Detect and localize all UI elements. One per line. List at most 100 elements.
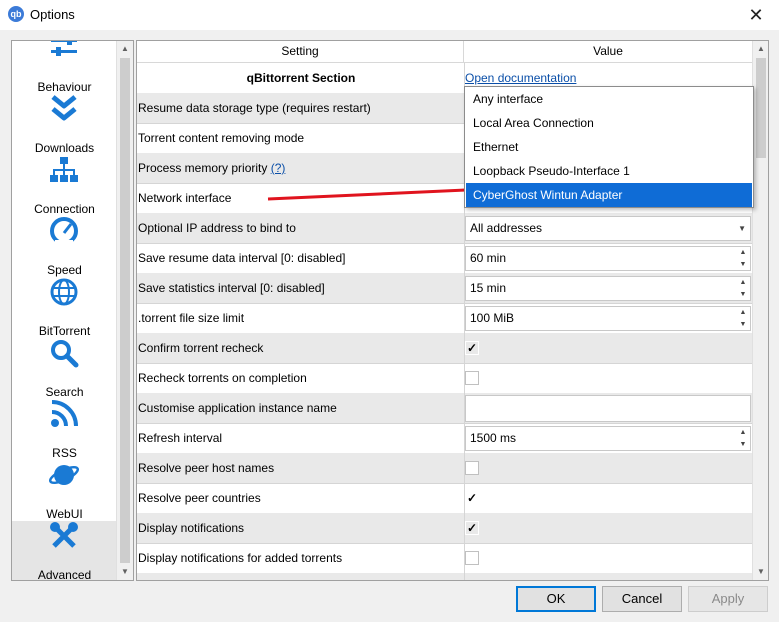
sidebar-item-connection[interactable]: Connection bbox=[12, 155, 117, 216]
setting-label: Refresh interval bbox=[137, 423, 465, 453]
spin-down-icon[interactable]: ▼ bbox=[736, 319, 750, 330]
ok-button[interactable]: OK bbox=[516, 586, 596, 612]
sliders-icon bbox=[51, 41, 77, 56]
planet-icon bbox=[49, 465, 79, 485]
setting-label: Confirm torrent recheck bbox=[137, 333, 465, 363]
setting-label: Process memory priority (?) bbox=[137, 153, 465, 183]
spin-up-icon[interactable]: ▲ bbox=[736, 307, 750, 318]
sidebar-item-label: Advanced bbox=[37, 568, 92, 581]
table-row: Refresh interval 1500 ms ▲ ▼ bbox=[137, 423, 752, 454]
title-bar: qb Options ✕ bbox=[0, 0, 779, 30]
network-interface-dropdown-list: Any interface Local Area Connection Ethe… bbox=[464, 86, 754, 208]
sidebar-item-rss[interactable]: RSS bbox=[12, 399, 117, 460]
sidebar-item-label: RSS bbox=[52, 446, 77, 460]
setting-label: Resolve peer countries bbox=[137, 483, 465, 513]
sidebar-item-advanced[interactable]: Advanced bbox=[12, 521, 117, 581]
sidebar-item-downloads[interactable]: Downloads bbox=[12, 94, 117, 155]
table-row: Confirm torrent recheck ✓ bbox=[137, 333, 752, 364]
sidebar-item-label: BitTorrent bbox=[38, 324, 91, 338]
table-scroll-thumb[interactable] bbox=[756, 58, 766, 158]
scroll-up-arrow-icon[interactable]: ▲ bbox=[753, 41, 768, 57]
sidebar-scroll-thumb[interactable] bbox=[120, 58, 130, 563]
setting-label: Save resume data interval [0: disabled] bbox=[137, 243, 465, 273]
setting-label: Save statistics interval [0: disabled] bbox=[137, 273, 465, 303]
scroll-down-arrow-icon[interactable]: ▼ bbox=[117, 564, 133, 580]
apply-button[interactable]: Apply bbox=[688, 586, 768, 612]
spin-up-icon[interactable]: ▲ bbox=[736, 427, 750, 438]
magnifier-icon bbox=[51, 340, 79, 368]
spinbox-value: 15 min bbox=[470, 281, 507, 295]
qbittorrent-app-icon: qb bbox=[8, 6, 24, 22]
setting-label: Network interface bbox=[137, 183, 465, 213]
sidebar-item-label: Search bbox=[45, 385, 84, 399]
rss-icon bbox=[51, 400, 78, 427]
resolve-host-names-checkbox[interactable] bbox=[465, 461, 479, 475]
sidebar-item-speed[interactable]: Speed bbox=[12, 216, 117, 277]
scroll-down-arrow-icon[interactable]: ▼ bbox=[753, 564, 768, 580]
statistics-interval-spinbox[interactable]: 15 min ▲ ▼ bbox=[465, 276, 751, 301]
table-row: Display notifications for added torrents bbox=[137, 543, 752, 574]
setting-label: Optional IP address to bind to bbox=[137, 213, 465, 243]
column-header-setting[interactable]: Setting bbox=[137, 41, 464, 63]
table-row bbox=[137, 573, 752, 580]
setting-label bbox=[137, 573, 465, 580]
help-hint-link[interactable]: (?) bbox=[271, 161, 286, 175]
dropdown-option[interactable]: Ethernet bbox=[466, 135, 752, 159]
table-row: Resolve peer host names bbox=[137, 453, 752, 484]
scroll-up-arrow-icon[interactable]: ▲ bbox=[117, 41, 133, 57]
spin-down-icon[interactable]: ▼ bbox=[736, 259, 750, 270]
setting-label: Display notifications bbox=[137, 513, 465, 543]
spinbox-value: 1500 ms bbox=[470, 431, 517, 445]
recheck-completion-checkbox[interactable] bbox=[465, 371, 479, 385]
setting-label: Recheck torrents on completion bbox=[137, 363, 465, 393]
spin-down-icon[interactable]: ▼ bbox=[736, 439, 750, 450]
dropdown-option[interactable]: Loopback Pseudo-Interface 1 bbox=[466, 159, 752, 183]
dropdown-option[interactable]: Local Area Connection bbox=[466, 111, 752, 135]
sidebar-item-search[interactable]: Search bbox=[12, 338, 117, 399]
resolve-countries-checkbox[interactable]: ✓ bbox=[465, 491, 479, 505]
display-notifications-checkbox[interactable]: ✓ bbox=[465, 521, 479, 535]
dropdown-option[interactable]: Any interface bbox=[466, 87, 752, 111]
spinbox-value: 100 MiB bbox=[470, 311, 515, 325]
table-row: Display notifications ✓ bbox=[137, 513, 752, 544]
close-window-button[interactable]: ✕ bbox=[733, 0, 779, 30]
network-tree-icon bbox=[50, 157, 78, 182]
speedometer-icon bbox=[50, 217, 78, 246]
notify-added-torrents-checkbox[interactable] bbox=[465, 551, 479, 565]
spin-up-icon[interactable]: ▲ bbox=[736, 277, 750, 288]
spin-up-icon[interactable]: ▲ bbox=[736, 247, 750, 258]
table-row: Customise application instance name bbox=[137, 393, 752, 424]
combobox-value: All addresses bbox=[470, 221, 543, 235]
table-row: Optional IP address to bind to All addre… bbox=[137, 213, 752, 244]
window-title: Options bbox=[30, 7, 75, 22]
table-row: Recheck torrents on completion bbox=[137, 363, 752, 394]
confirm-recheck-checkbox[interactable]: ✓ bbox=[465, 341, 479, 355]
options-sidebar: Behaviour Downloads Connection Speed Bit… bbox=[11, 40, 134, 581]
sidebar-item-bittorrent[interactable]: BitTorrent bbox=[12, 277, 117, 338]
sidebar-item-label: WebUI bbox=[46, 507, 83, 521]
setting-label: Display notifications for added torrents bbox=[137, 543, 465, 573]
sidebar-item-label: Behaviour bbox=[37, 80, 92, 94]
spin-down-icon[interactable]: ▼ bbox=[736, 289, 750, 300]
globe-icon bbox=[50, 278, 78, 306]
setting-label: Resolve peer host names bbox=[137, 453, 465, 483]
sidebar-item-label: Connection bbox=[34, 202, 95, 216]
sidebar-scrollbar[interactable]: ▲ ▼ bbox=[116, 41, 133, 580]
dropdown-option-highlighted[interactable]: CyberGhost Wintun Adapter bbox=[466, 183, 752, 207]
cancel-button[interactable]: Cancel bbox=[602, 586, 682, 612]
table-row: Save statistics interval [0: disabled] 1… bbox=[137, 273, 752, 304]
torrent-size-limit-spinbox[interactable]: 100 MiB ▲ ▼ bbox=[465, 306, 751, 331]
refresh-interval-spinbox[interactable]: 1500 ms ▲ ▼ bbox=[465, 426, 751, 451]
dropdown-arrow-icon[interactable]: ▼ bbox=[738, 217, 746, 240]
table-scrollbar[interactable]: ▲ ▼ bbox=[752, 41, 768, 580]
setting-label-text: Process memory priority bbox=[138, 161, 268, 175]
column-header-value[interactable]: Value bbox=[464, 41, 752, 63]
sidebar-item-webui[interactable]: WebUI bbox=[12, 460, 117, 521]
instance-name-input[interactable] bbox=[465, 395, 751, 422]
resume-interval-spinbox[interactable]: 60 min ▲ ▼ bbox=[465, 246, 751, 271]
sidebar-item-behaviour[interactable]: Behaviour bbox=[12, 41, 117, 94]
setting-label: Resume data storage type (requires resta… bbox=[137, 93, 465, 123]
bind-ip-combobox[interactable]: All addresses ▼ bbox=[465, 216, 751, 241]
tools-icon bbox=[50, 522, 78, 548]
section-title: qBittorrent Section bbox=[137, 63, 465, 93]
